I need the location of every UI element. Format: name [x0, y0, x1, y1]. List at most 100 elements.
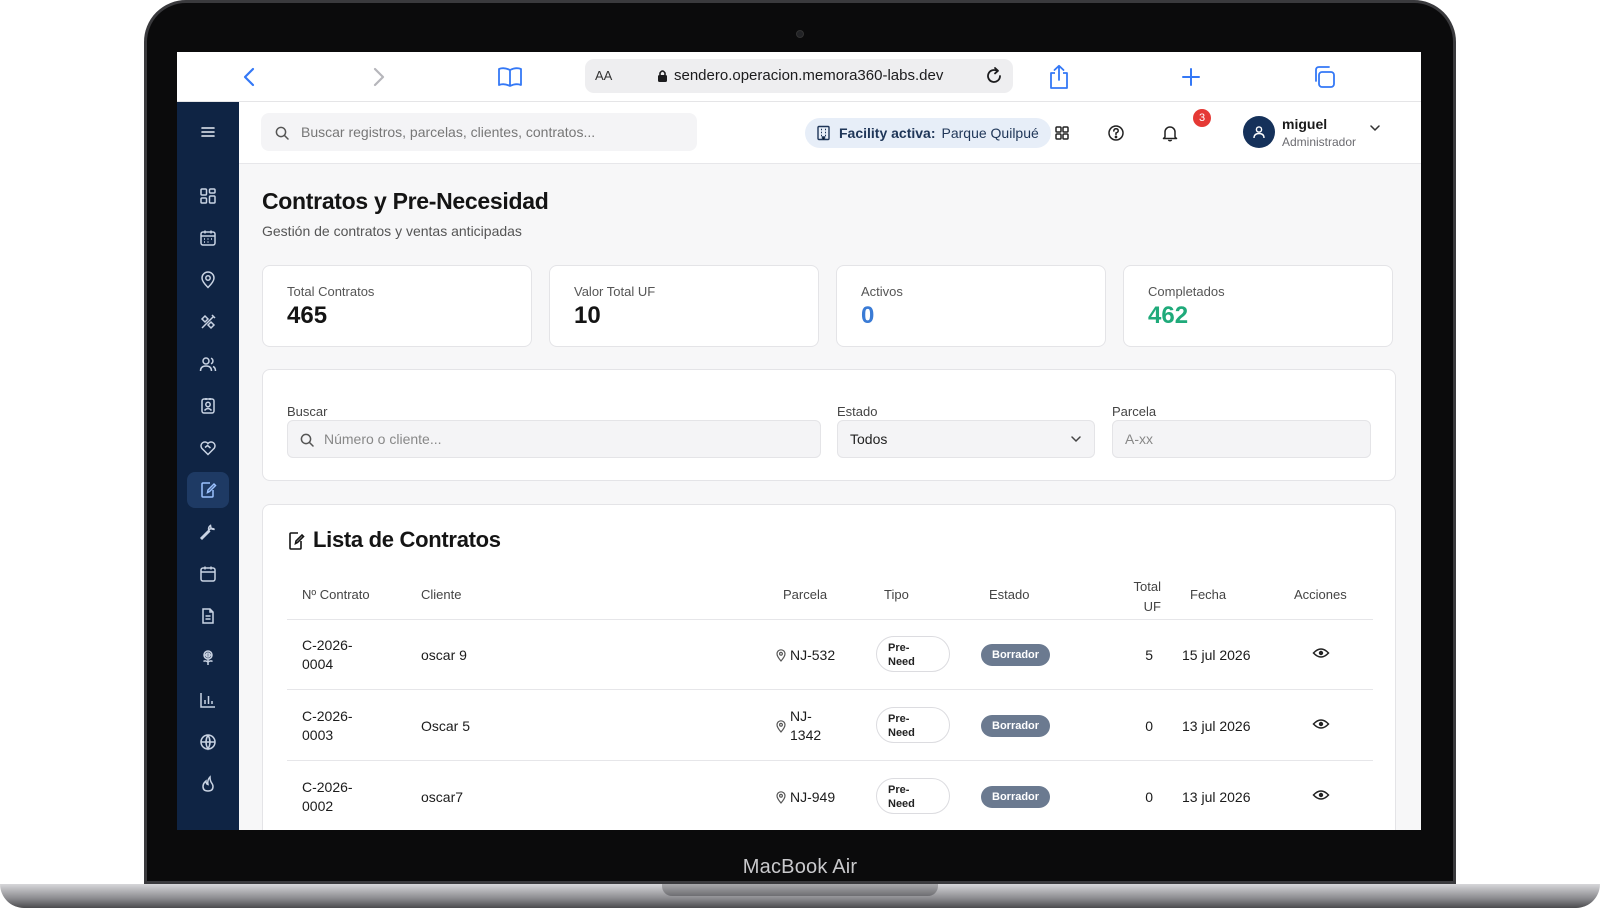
- map-pin-icon[interactable]: [187, 262, 229, 298]
- table-title: Lista de Contratos: [313, 527, 501, 552]
- type-pill-part: Pre-: [888, 642, 910, 654]
- document-icon[interactable]: [187, 598, 229, 634]
- user-name[interactable]: miguel: [1282, 116, 1327, 132]
- contract-search-input[interactable]: [287, 420, 821, 458]
- stat-label: Activos: [861, 284, 903, 299]
- dashboard-icon[interactable]: [187, 178, 229, 214]
- eye-icon[interactable]: [1312, 717, 1330, 731]
- new-tab-icon[interactable]: [1177, 63, 1205, 91]
- stat-value: 462: [1148, 302, 1189, 329]
- stat-value: 0: [861, 302, 875, 329]
- reader-aa[interactable]: AA: [595, 68, 612, 83]
- globe-icon[interactable]: [187, 724, 229, 760]
- facility-badge[interactable]: Facility activa: Parque Quilpué: [805, 118, 1051, 148]
- page-title: Contratos y Pre-Necesidad: [262, 188, 549, 214]
- browser-toolbar: AA sendero.operacion.memora360-labs.dev: [177, 52, 1421, 102]
- table-row[interactable]: C-2026- 0003 Oscar 5 NJ- 1342 Pre- Need Bor…: [287, 691, 1373, 761]
- contact-card-icon[interactable]: [187, 388, 229, 424]
- type-pill-part: Pre-: [888, 713, 910, 725]
- facility-label: Facility activa:: [839, 125, 936, 141]
- total-uf: 0: [1145, 789, 1153, 805]
- eye-icon[interactable]: [1312, 646, 1330, 660]
- col-header-total[interactable]: Total UF: [1131, 577, 1161, 617]
- contract-number-part: 0004: [302, 656, 334, 672]
- camera: [796, 30, 804, 38]
- bar-chart-icon[interactable]: [187, 682, 229, 718]
- stat-label: Valor Total UF: [574, 284, 656, 299]
- stat-card-total-uf: Valor Total UF 10: [549, 265, 819, 347]
- stat-card-total-contracts: Total Contratos 465: [262, 265, 532, 347]
- col-header-total-line2: UF: [1143, 599, 1161, 614]
- heart-handshake-icon[interactable]: [187, 430, 229, 466]
- contracts-table-card: Lista de Contratos Nº Contrato Cliente P…: [262, 504, 1396, 830]
- calendar-icon[interactable]: [187, 220, 229, 256]
- plot-code-part: 1342: [790, 727, 822, 743]
- col-header-total-line1: Total: [1133, 579, 1161, 594]
- stat-value: 465: [287, 302, 328, 329]
- page-subtitle: Gestión de contratos y ventas anticipada…: [262, 223, 522, 239]
- col-header-status[interactable]: Estado: [989, 587, 1029, 602]
- type-pill: Pre- Need: [876, 707, 950, 743]
- filter-plot-label: Parcela: [1112, 404, 1157, 419]
- forward-icon[interactable]: [365, 63, 393, 91]
- avatar[interactable]: [1243, 116, 1275, 148]
- back-icon[interactable]: [235, 63, 263, 91]
- tabs-overview-icon[interactable]: [1310, 63, 1338, 91]
- type-pill-part: Pre-: [888, 784, 910, 796]
- plot-code-part: NJ-532: [790, 647, 836, 663]
- status-select[interactable]: Todos: [837, 420, 1095, 458]
- menu-icon[interactable]: [187, 114, 229, 150]
- building-icon: [817, 125, 830, 141]
- user-role: Administrador: [1282, 135, 1357, 149]
- plot-code: NJ-532: [790, 646, 835, 665]
- bookmarks-icon[interactable]: [496, 63, 524, 91]
- col-header-client[interactable]: Cliente: [421, 587, 461, 602]
- notification-count-badge: 3: [1193, 109, 1211, 127]
- wrench-icon[interactable]: [187, 514, 229, 550]
- plot-code: NJ- 1342: [790, 707, 821, 745]
- plot-code-part: NJ-: [790, 708, 812, 724]
- contract-date: 13 jul 2026: [1182, 789, 1251, 805]
- table-row[interactable]: C-2026- 0002 oscar7 NJ-949 Pre- Need Borra…: [287, 762, 1373, 830]
- tools-icon[interactable]: [187, 304, 229, 340]
- search-icon: [275, 126, 289, 140]
- map-pin-icon: [776, 649, 786, 662]
- table-row[interactable]: C-2026- 0004 oscar 9 NJ-532 Pre- Need Borr…: [287, 620, 1373, 690]
- contract-number-part: 0002: [302, 798, 334, 814]
- contract-date: 13 jul 2026: [1182, 718, 1251, 734]
- schedule-icon[interactable]: [187, 556, 229, 592]
- share-icon[interactable]: [1045, 63, 1073, 91]
- plot-code: NJ-949: [790, 788, 835, 807]
- contracts-icon[interactable]: [187, 472, 229, 508]
- status-select-value: Todos: [850, 431, 888, 447]
- stat-label: Completados: [1148, 284, 1225, 299]
- global-search-input[interactable]: [261, 113, 697, 151]
- col-header-date[interactable]: Fecha: [1190, 587, 1226, 602]
- address-bar[interactable]: AA sendero.operacion.memora360-labs.dev: [585, 59, 1013, 93]
- type-pill-part: Need: [888, 727, 915, 739]
- filters-panel: Buscar Estado Todos Parcela: [262, 369, 1396, 481]
- bell-icon[interactable]: [1159, 122, 1181, 144]
- users-icon[interactable]: [187, 346, 229, 382]
- col-header-plot[interactable]: Parcela: [783, 587, 827, 602]
- eye-icon[interactable]: [1312, 788, 1330, 802]
- apps-grid-icon[interactable]: [1051, 122, 1073, 144]
- chevron-down-icon[interactable]: [1369, 124, 1381, 132]
- flower-icon[interactable]: [187, 640, 229, 676]
- col-header-type[interactable]: Tipo: [884, 587, 909, 602]
- screen: AA sendero.operacion.memora360-labs.dev: [177, 52, 1421, 830]
- contract-number: C-2026- 0004: [302, 636, 353, 674]
- status-badge: Borrador: [981, 715, 1051, 737]
- app-topbar: Facility activa: Parque Quilpué 3 miguel…: [239, 102, 1421, 164]
- help-icon[interactable]: [1105, 122, 1127, 144]
- lock-icon: [658, 69, 667, 82]
- url-text: sendero.operacion.memora360-labs.dev: [657, 67, 943, 84]
- flame-icon[interactable]: [187, 766, 229, 802]
- plot-input[interactable]: [1112, 420, 1371, 458]
- col-header-number[interactable]: Nº Contrato: [302, 587, 370, 602]
- stat-card-completed: Completados 462: [1123, 265, 1393, 347]
- reload-icon[interactable]: [983, 65, 1005, 87]
- device-brand: MacBook Air: [742, 856, 858, 878]
- laptop-notch: [662, 884, 938, 896]
- client-name: oscar7: [421, 789, 464, 805]
